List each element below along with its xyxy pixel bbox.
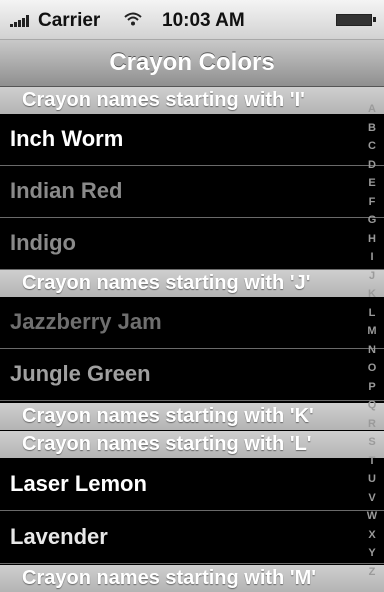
list-item[interactable]: Laser Lemon (0, 459, 384, 511)
section-header: Crayon names starting with 'I' (0, 87, 384, 114)
index-letter[interactable]: I (362, 248, 382, 267)
signal-strength-icon (10, 15, 34, 27)
index-letter[interactable]: O (362, 359, 382, 378)
index-letter[interactable]: Q (362, 396, 382, 415)
index-letter[interactable]: Z (362, 563, 382, 582)
list-item-label: Lavender (10, 524, 108, 549)
navigation-bar: Crayon Colors (0, 40, 384, 87)
list-item-label: Jungle Green (10, 361, 151, 386)
list-item-label: Indigo (10, 230, 76, 255)
index-letter[interactable]: W (362, 507, 382, 526)
index-letter[interactable]: T (362, 452, 382, 471)
list-item[interactable]: Jungle Green (0, 349, 384, 401)
index-letter[interactable]: F (362, 193, 382, 212)
section-header: Crayon names starting with 'L' (0, 431, 384, 458)
carrier-label: Carrier (38, 10, 101, 31)
index-letter[interactable]: R (362, 415, 382, 434)
index-letter[interactable]: G (362, 211, 382, 230)
section-header: Crayon names starting with 'M' (0, 565, 384, 592)
list-item-label: Inch Worm (10, 126, 124, 151)
wifi-icon (124, 12, 142, 26)
index-letter[interactable]: V (362, 489, 382, 508)
status-bar: Carrier 10:03 AM (0, 0, 384, 40)
index-letter[interactable]: H (362, 230, 382, 249)
section-header: Crayon names starting with 'K' (0, 403, 384, 430)
list-item[interactable]: Indian Red (0, 166, 384, 218)
index-letter[interactable]: C (362, 137, 382, 156)
index-letter[interactable]: N (362, 341, 382, 360)
index-letter[interactable]: D (362, 156, 382, 175)
index-letter[interactable]: J (362, 267, 382, 286)
page-title: Crayon Colors (109, 49, 275, 76)
index-letter[interactable]: P (362, 378, 382, 397)
list-item-label: Indian Red (10, 178, 123, 203)
list-item-label: Jazzberry Jam (10, 309, 162, 334)
section-header: Crayon names starting with 'J' (0, 270, 384, 297)
index-letter[interactable]: A (362, 100, 382, 119)
index-letter[interactable]: X (362, 526, 382, 545)
index-letter[interactable]: L (362, 304, 382, 323)
list-item[interactable]: Lavender (0, 512, 384, 564)
index-letter[interactable]: S (362, 433, 382, 452)
index-letter[interactable]: U (362, 470, 382, 489)
list-item[interactable]: Indigo (0, 218, 384, 270)
index-letter[interactable]: E (362, 174, 382, 193)
index-letter[interactable]: B (362, 119, 382, 138)
battery-icon (336, 14, 376, 26)
list-item[interactable]: Jazzberry Jam (0, 297, 384, 349)
list-item-label: Laser Lemon (10, 471, 147, 496)
clock-time: 10:03 AM (162, 10, 245, 31)
index-letter[interactable]: K (362, 285, 382, 304)
index-letter[interactable]: M (362, 322, 382, 341)
list-item[interactable]: Inch Worm (0, 114, 384, 166)
section-index[interactable]: A B C D E F G H I J K L M N O P Q R S T … (362, 100, 382, 581)
index-letter[interactable]: Y (362, 544, 382, 563)
